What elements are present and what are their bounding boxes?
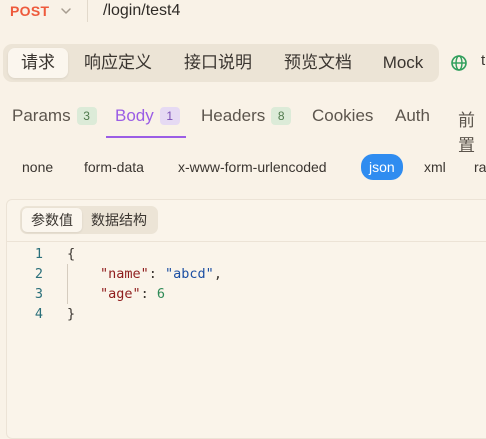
line-number: 3 [34, 286, 43, 302]
tab-response-definition[interactable]: 响应定义 [75, 48, 161, 78]
body-type-none[interactable]: none [22, 155, 53, 179]
tab-body[interactable]: Body 1 [115, 106, 180, 126]
code-line: 2 "name": "abcd", [7, 264, 486, 284]
method-selector[interactable]: POST [0, 0, 88, 22]
tab-preview-doc[interactable]: 预览文档 [275, 48, 361, 78]
method-label: POST [10, 3, 50, 19]
active-tab-indicator [106, 136, 186, 138]
count-badge: 8 [271, 107, 292, 125]
editor-mode-tabs: 参数值 数据结构 [20, 206, 158, 234]
line-number: 4 [34, 306, 43, 322]
request-tab-bar: Params 3 Body 1 Headers 8 Cookies Auth 前… [0, 96, 486, 155]
tab-pre-processors[interactable]: 前置 [458, 106, 486, 156]
tab-cookies[interactable]: Cookies [312, 106, 373, 126]
tab-api-description[interactable]: 接口说明 [175, 48, 261, 78]
code-text: } [67, 306, 76, 322]
tab-params[interactable]: Params 3 [12, 106, 97, 126]
tab-headers[interactable]: Headers 8 [201, 106, 292, 126]
tab-param-values[interactable]: 参数值 [22, 208, 82, 232]
json-value: 6 [156, 286, 166, 302]
json-value: "abcd" [165, 266, 214, 282]
json-punctuation: , [213, 266, 222, 282]
editor-toolbar: 参数值 数据结构 [7, 200, 486, 242]
code-area[interactable]: 1 { 2 "name": "abcd", 3 "age": 6 4 } [7, 244, 486, 324]
tab-label: Body [115, 106, 154, 125]
line-number: 1 [34, 246, 43, 262]
body-type-urlencoded[interactable]: x-www-form-urlencoded [178, 155, 327, 179]
url-input[interactable]: /login/test4 [103, 0, 180, 22]
body-type-raw[interactable]: ra [474, 155, 486, 179]
tab-request[interactable]: 请求 [8, 48, 68, 78]
url-divider [87, 0, 88, 22]
tab-mock[interactable]: Mock [375, 48, 431, 78]
body-type-xml[interactable]: xml [424, 155, 446, 179]
json-key: "name" [100, 266, 149, 282]
main-tab-bar: 请求 响应定义 接口说明 预览文档 Mock [3, 44, 439, 82]
tab-label: 前置 [458, 111, 475, 155]
count-badge: 3 [76, 107, 97, 125]
body-type-selector: none form-data x-www-form-urlencoded jso… [0, 152, 486, 182]
chevron-down-icon [61, 8, 71, 14]
tab-data-structure[interactable]: 数据结构 [82, 208, 156, 232]
tab-label: Headers [201, 106, 266, 125]
tab-auth[interactable]: Auth [395, 106, 430, 126]
code-text: "age": 6 [100, 286, 166, 302]
code-text: { [67, 246, 76, 262]
count-badge: 1 [159, 107, 180, 125]
indent-guide [67, 264, 68, 304]
overflow-tab-label[interactable]: t [481, 52, 485, 69]
body-type-json[interactable]: json [361, 154, 403, 180]
tab-label: Auth [395, 106, 430, 125]
json-key: "age" [100, 286, 141, 302]
url-bar: POST /login/test4 [0, 0, 486, 24]
code-line: 4 } [7, 304, 486, 324]
body-type-form-data[interactable]: form-data [84, 155, 144, 179]
tab-label: Params [12, 106, 71, 125]
code-text: "name": "abcd", [100, 266, 222, 282]
globe-icon[interactable] [450, 54, 468, 72]
tab-label: Cookies [312, 106, 374, 125]
json-editor-panel: 参数值 数据结构 1 { 2 "name": "abcd", 3 "age": … [6, 199, 486, 439]
code-line: 1 { [7, 244, 486, 264]
line-number: 2 [34, 266, 43, 282]
code-line: 3 "age": 6 [7, 284, 486, 304]
